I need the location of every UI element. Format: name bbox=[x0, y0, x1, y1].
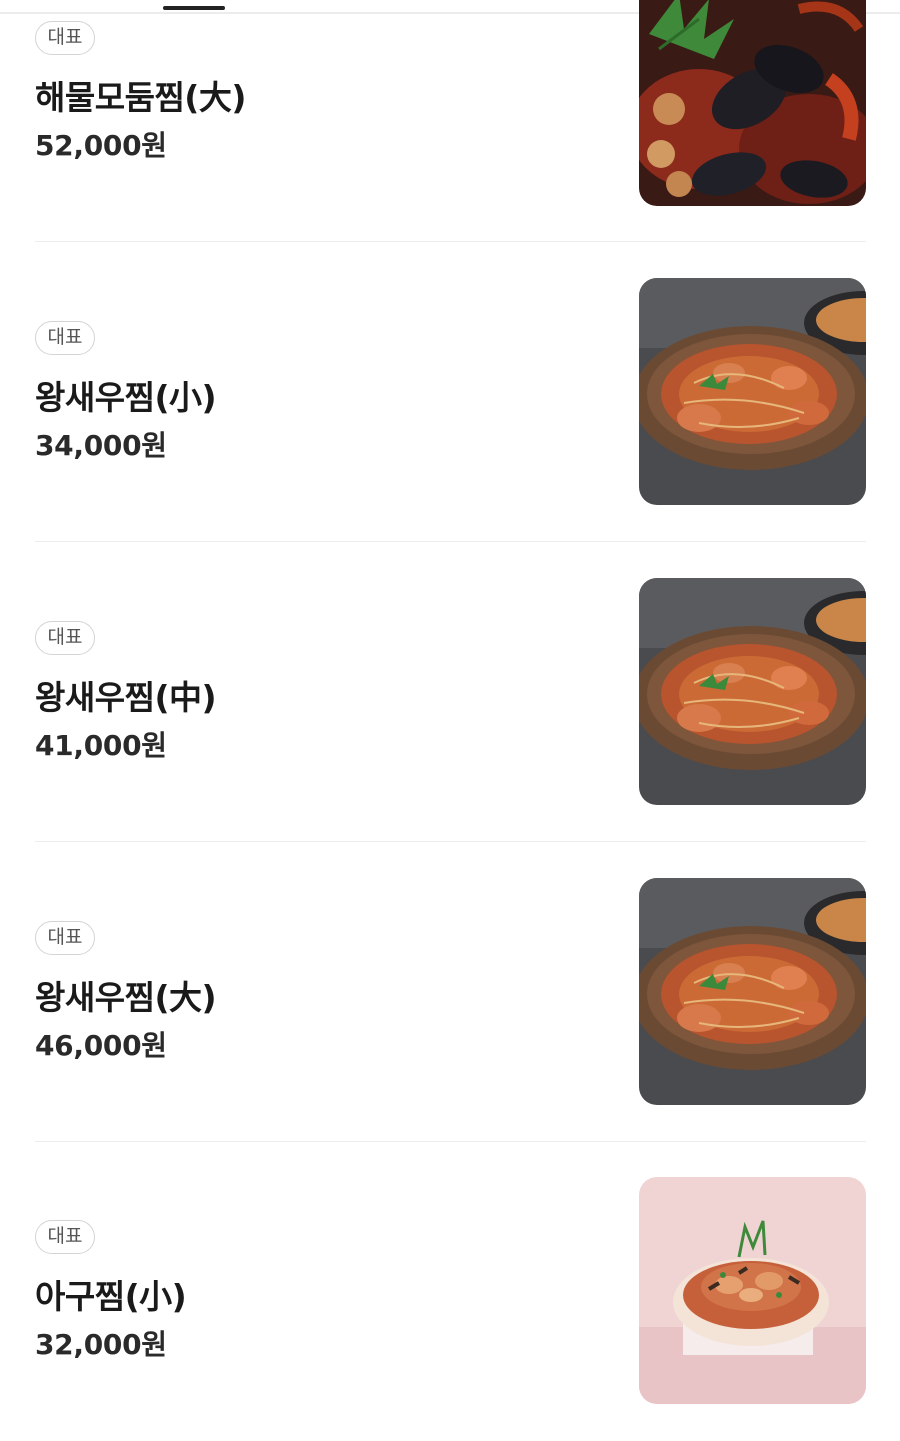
menu-item-price: 52,000원 bbox=[35, 129, 167, 162]
menu-item-seafood-assorted-large[interactable]: 대표 해물모둠찜(大) 52,000원 bbox=[35, 0, 866, 242]
menu-item-king-prawn-large[interactable]: 대표 왕새우찜(大) 46,000원 bbox=[35, 842, 866, 1142]
seafood-assorted-steamed-photo[interactable] bbox=[639, 0, 866, 206]
signature-badge: 대표 bbox=[35, 921, 95, 955]
signature-badge: 대표 bbox=[35, 621, 95, 655]
menu-item-name: 아구찜(小) bbox=[35, 1277, 187, 1316]
menu-item-king-prawn-medium[interactable]: 대표 왕새우찜(中) 41,000원 bbox=[35, 542, 866, 842]
king-prawn-steamed-photo[interactable] bbox=[639, 578, 866, 805]
menu-item-name: 왕새우찜(小) bbox=[35, 378, 217, 417]
menu-item-price: 41,000원 bbox=[35, 729, 167, 762]
signature-badge: 대표 bbox=[35, 21, 95, 55]
menu-item-king-prawn-small[interactable]: 대표 왕새우찜(小) 34,000원 bbox=[35, 242, 866, 542]
king-prawn-steamed-photo[interactable] bbox=[639, 878, 866, 1105]
signature-badge: 대표 bbox=[35, 1220, 95, 1254]
menu-item-monkfish-small[interactable]: 대표 아구찜(小) 32,000원 bbox=[35, 1141, 866, 1441]
menu-item-price: 32,000원 bbox=[35, 1328, 167, 1361]
monkfish-steamed-photo[interactable] bbox=[639, 1177, 866, 1404]
menu-item-price: 46,000원 bbox=[35, 1029, 167, 1062]
menu-item-name: 해물모둠찜(大) bbox=[35, 78, 246, 117]
signature-badge: 대표 bbox=[35, 321, 95, 355]
menu-item-name: 왕새우찜(中) bbox=[35, 678, 217, 717]
menu-item-price: 34,000원 bbox=[35, 429, 167, 462]
king-prawn-steamed-photo[interactable] bbox=[639, 278, 866, 505]
menu-item-name: 왕새우찜(大) bbox=[35, 978, 217, 1017]
